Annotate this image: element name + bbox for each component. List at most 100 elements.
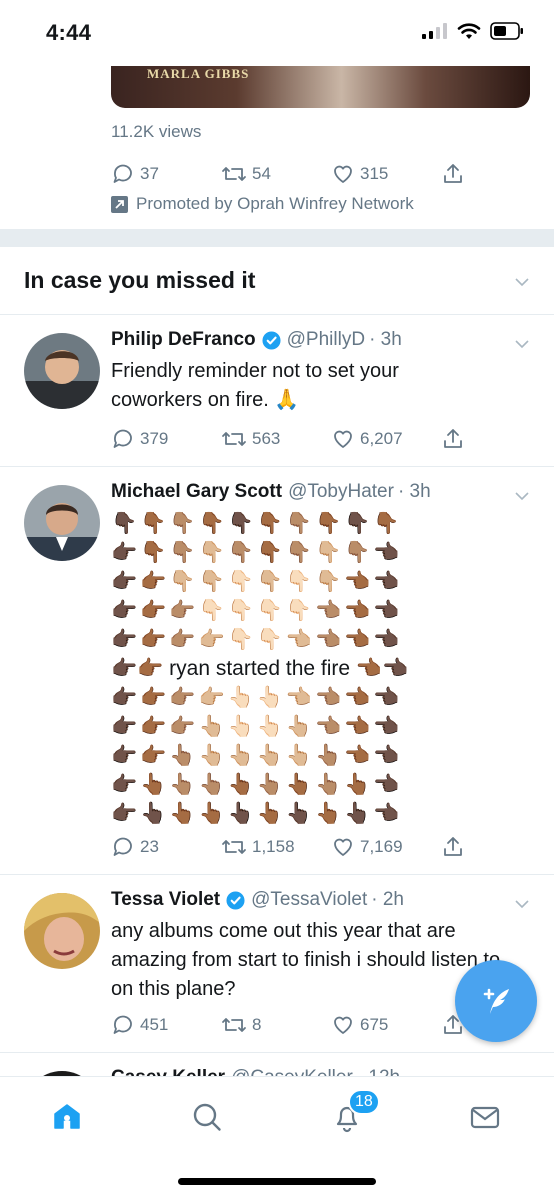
verified-badge-icon bbox=[262, 330, 281, 350]
retweet-button[interactable]: 8 bbox=[221, 1013, 331, 1037]
promoted-label[interactable]: Promoted by Oprah Winfrey Network bbox=[111, 194, 414, 214]
chevron-down-icon[interactable] bbox=[515, 275, 529, 289]
retweet-count: 563 bbox=[252, 429, 281, 448]
tweet-actions: 23 1,158 7,169 bbox=[111, 835, 551, 859]
share-icon bbox=[444, 429, 462, 448]
video-views: 11.2K views bbox=[111, 122, 202, 141]
avatar-image bbox=[24, 893, 100, 969]
tab-home[interactable] bbox=[47, 1097, 87, 1137]
tweet-text: any albums come out this year that are a… bbox=[111, 920, 501, 1000]
tweet-actions: 379 563 6,207 bbox=[111, 427, 551, 451]
author-name[interactable]: Philip DeFranco bbox=[111, 329, 256, 351]
retweet-button[interactable]: 1,158 bbox=[221, 835, 331, 859]
tweet-time: · 12h bbox=[357, 1067, 400, 1076]
tweet-text: Friendly reminder not to set your cowork… bbox=[111, 360, 399, 411]
tweet-time: · 3h bbox=[397, 481, 431, 502]
video-caption: MARLA GIBBS bbox=[147, 66, 250, 81]
tweet-text: 👇🏿👇🏾👇🏽👇🏾👇🏿👇🏾👇🏽👇🏾👇🏿👇🏾 👉🏿👇🏾👇🏽👇🏼👇🏽👇🏾👇🏽👇🏼👇🏽👈… bbox=[111, 509, 451, 828]
section-title: In case you missed it bbox=[24, 267, 256, 293]
share-button[interactable] bbox=[441, 427, 551, 451]
emoji-row: 👉🏿👉🏾👇🏼👇🏼👇🏻👇🏼👇🏻👇🏼👈🏾👈🏿 bbox=[111, 570, 403, 593]
timeline-feed[interactable]: MARLA GIBBS 11.2K views 37 54 315 Promot… bbox=[0, 66, 554, 1076]
reply-button[interactable]: 379 bbox=[111, 427, 221, 451]
retweet-button[interactable]: 563 bbox=[221, 427, 331, 451]
author-name[interactable]: Michael Gary Scott bbox=[111, 481, 282, 503]
fire-text: ryan started the fire bbox=[169, 657, 351, 680]
reply-icon bbox=[113, 429, 132, 448]
heart-icon bbox=[334, 430, 352, 448]
reply-icon bbox=[113, 837, 132, 856]
tweet-header: Michael Gary Scott @TobyHater · 3h bbox=[111, 481, 431, 503]
compose-tweet-button[interactable] bbox=[455, 960, 537, 1042]
chevron-down-icon[interactable] bbox=[515, 897, 529, 911]
mail-icon bbox=[470, 1106, 500, 1129]
heart-icon bbox=[334, 838, 352, 856]
avatar[interactable] bbox=[24, 333, 100, 409]
like-button[interactable]: 7,169 bbox=[331, 835, 441, 859]
avatar[interactable] bbox=[24, 485, 100, 561]
retweet-icon bbox=[222, 840, 246, 854]
author-name[interactable]: Casey Keller bbox=[111, 1067, 225, 1076]
fire-line: 👉🏿👉🏾 ryan started the fire 👈🏾👈🏿 bbox=[111, 657, 409, 680]
retweet-icon bbox=[222, 167, 246, 181]
tweet-time: · 3h bbox=[369, 329, 402, 350]
notifications-badge: 18 bbox=[348, 1089, 380, 1115]
share-button[interactable] bbox=[441, 835, 551, 859]
status-icons bbox=[422, 22, 524, 40]
share-icon bbox=[444, 837, 462, 856]
reply-count: 451 bbox=[140, 1015, 169, 1034]
reply-icon bbox=[113, 1015, 132, 1034]
section-separator bbox=[0, 229, 554, 247]
reply-icon bbox=[113, 164, 132, 183]
search-icon bbox=[193, 1103, 221, 1131]
tab-search[interactable] bbox=[187, 1097, 227, 1137]
wifi-icon bbox=[457, 23, 481, 39]
tweet-item[interactable]: Michael Gary Scott @TobyHater · 3h 👇🏿👇🏾👇… bbox=[0, 467, 554, 875]
home-indicator[interactable] bbox=[178, 1178, 376, 1185]
reply-count: 37 bbox=[140, 164, 159, 183]
signal-icon bbox=[422, 23, 447, 39]
share-icon bbox=[444, 164, 462, 183]
heart-icon bbox=[334, 1016, 352, 1034]
tab-messages[interactable] bbox=[465, 1097, 505, 1137]
avatar[interactable] bbox=[24, 893, 100, 969]
author-name[interactable]: Tessa Violet bbox=[111, 889, 220, 911]
avatar-image bbox=[24, 485, 100, 561]
avatar-image bbox=[24, 333, 100, 409]
emoji-row: 👉🏿👆🏿👆🏾👆🏾👆🏿👆🏾👆🏿👆🏾👆🏿👈🏿 bbox=[111, 802, 403, 825]
author-handle[interactable]: @PhillyD bbox=[287, 329, 365, 351]
like-count: 315 bbox=[360, 164, 389, 183]
author-handle[interactable]: @CaseyKeller bbox=[231, 1067, 353, 1076]
reply-button[interactable]: 23 bbox=[111, 835, 221, 859]
chevron-down-icon[interactable] bbox=[515, 489, 529, 503]
author-handle[interactable]: @TessaViolet bbox=[251, 889, 367, 911]
status-bar: 4:44 bbox=[0, 0, 554, 66]
promoted-icon bbox=[111, 195, 128, 213]
chevron-down-icon[interactable] bbox=[515, 337, 529, 351]
like-button[interactable]: 315 bbox=[331, 162, 441, 186]
emoji-row: 👇🏿👇🏾👇🏽👇🏾👇🏿👇🏾👇🏽👇🏾👇🏿👇🏾 bbox=[111, 512, 403, 535]
promoted-by-text: Promoted by Oprah Winfrey Network bbox=[136, 194, 414, 213]
promoted-tweet-actions: 37 54 315 bbox=[111, 162, 551, 186]
retweet-count: 8 bbox=[252, 1015, 262, 1034]
verified-badge-icon bbox=[226, 890, 245, 910]
like-count: 7,169 bbox=[360, 837, 403, 856]
video-thumbnail[interactable]: MARLA GIBBS bbox=[111, 66, 530, 108]
emoji-row: 👉🏿👉🏾👉🏽👉🏼👇🏻👇🏻👈🏼👈🏽👈🏾👈🏿 bbox=[111, 628, 403, 651]
tweet-item[interactable]: Casey Keller @CaseyKeller · 12h bbox=[0, 1053, 554, 1076]
like-button[interactable]: 6,207 bbox=[331, 427, 441, 451]
reply-button[interactable]: 37 bbox=[111, 162, 221, 186]
retweet-icon bbox=[222, 1018, 246, 1032]
section-header: In case you missed it bbox=[0, 247, 554, 315]
compose-tweet-icon bbox=[483, 988, 509, 1014]
emoji-row: 👉🏿👉🏾👉🏽👆🏼👆🏻👆🏻👆🏼👈🏽👈🏾👈🏿 bbox=[111, 715, 403, 738]
reply-button[interactable]: 451 bbox=[111, 1013, 221, 1037]
share-button[interactable] bbox=[441, 162, 551, 186]
emoji-row: 👉🏿👉🏾👉🏽👉🏼👆🏻👆🏻👈🏼👈🏽👈🏾👈🏿 bbox=[111, 686, 403, 709]
like-button[interactable]: 675 bbox=[331, 1013, 441, 1037]
reply-count: 23 bbox=[140, 837, 159, 856]
retweet-button[interactable]: 54 bbox=[221, 162, 331, 186]
emoji-row: 👉🏿👇🏾👇🏽👇🏼👇🏽👇🏾👇🏽👇🏼👇🏽👈🏿 bbox=[111, 541, 403, 564]
author-handle[interactable]: @TobyHater bbox=[288, 481, 394, 503]
tweet-item[interactable]: Philip DeFranco @PhillyD · 3h Friendly r… bbox=[0, 315, 554, 467]
